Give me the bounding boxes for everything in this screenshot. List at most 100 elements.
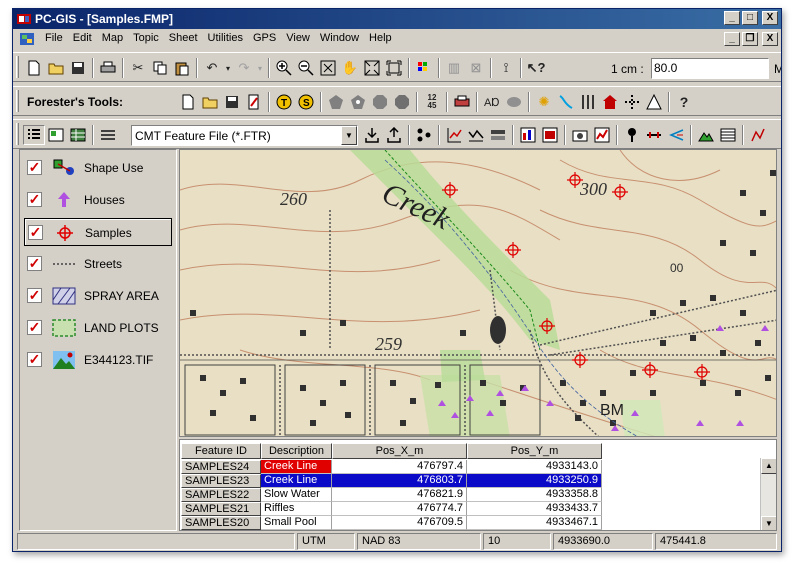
- menu-window[interactable]: Window: [315, 32, 364, 44]
- print-icon[interactable]: [97, 58, 119, 78]
- paste-icon[interactable]: [171, 58, 193, 78]
- new-file-icon[interactable]: [23, 58, 45, 78]
- export-icon[interactable]: [383, 125, 405, 145]
- table-row[interactable]: SAMPLES23 Creek Line 476803.7 4933250.9: [180, 474, 760, 488]
- layer-visibility-checkbox[interactable]: ✓: [28, 225, 43, 240]
- minimize-button[interactable]: _: [724, 11, 740, 25]
- sun-highlight-icon[interactable]: ✺: [533, 92, 555, 112]
- tree-t-icon[interactable]: T: [273, 92, 295, 112]
- pos-y-cell[interactable]: 4933467.1: [467, 516, 602, 530]
- layer-shape-use[interactable]: ✓ Shape Use: [24, 154, 172, 182]
- description-cell[interactable]: Creek Line: [261, 474, 332, 488]
- bar-layers-icon[interactable]: [487, 125, 509, 145]
- layer-visibility-checkbox[interactable]: ✓: [27, 288, 42, 303]
- measure-icon[interactable]: [643, 125, 665, 145]
- layer-visibility-checkbox[interactable]: ✓: [27, 320, 42, 335]
- menu-topic[interactable]: Topic: [128, 32, 164, 44]
- road-intersection-icon[interactable]: [621, 92, 643, 112]
- house-red-icon[interactable]: [599, 92, 621, 112]
- polygon-tool-3-icon[interactable]: [369, 92, 391, 112]
- feature-id-cell[interactable]: SAMPLES24: [181, 460, 261, 474]
- save-icon[interactable]: [67, 58, 89, 78]
- grid-vertical-scrollbar[interactable]: ▲ ▼: [760, 458, 776, 530]
- list-view-icon[interactable]: [23, 125, 45, 145]
- menu-view[interactable]: View: [281, 32, 315, 44]
- column-header-pos-x[interactable]: Pos_X_m: [332, 443, 467, 459]
- terrain-icon[interactable]: [695, 125, 717, 145]
- forest-save-icon[interactable]: [221, 92, 243, 112]
- layer-visibility-checkbox[interactable]: ✓: [27, 160, 42, 175]
- pos-x-cell[interactable]: 476774.7: [332, 502, 467, 516]
- title-bar[interactable]: PC-GIS - [Samples.FMP] _ □ X: [13, 9, 781, 29]
- map-view-icon[interactable]: [45, 125, 67, 145]
- numeric-sequence-icon[interactable]: 12 45: [421, 92, 443, 112]
- profile-icon[interactable]: [465, 125, 487, 145]
- attribute-table-icon[interactable]: [717, 125, 739, 145]
- help-pointer-icon[interactable]: ↖?: [525, 58, 547, 78]
- feature-id-cell[interactable]: SAMPLES21: [181, 502, 261, 516]
- polygon-tool-4-icon[interactable]: [391, 92, 413, 112]
- pos-x-cell[interactable]: 476821.9: [332, 488, 467, 502]
- zoom-extent-icon[interactable]: [317, 58, 339, 78]
- menu-map[interactable]: Map: [97, 32, 128, 44]
- close-button[interactable]: X: [762, 11, 778, 25]
- red-chart-icon[interactable]: [591, 125, 613, 145]
- menu-gps[interactable]: GPS: [248, 32, 281, 44]
- split-view-icon[interactable]: ▥: [443, 58, 465, 78]
- creek-line-icon[interactable]: [555, 92, 577, 112]
- polyline-network-icon[interactable]: [747, 125, 769, 145]
- table-row[interactable]: SAMPLES20 Small Pool 476709.5 4933467.1: [180, 516, 760, 530]
- layer-spray-area[interactable]: ✓ SPRAY AREA: [24, 282, 172, 310]
- feature-file-select[interactable]: CMT Feature File (*.FTR) ▼: [131, 125, 358, 146]
- document-icon[interactable]: [19, 31, 35, 47]
- feature-id-cell[interactable]: SAMPLES23: [181, 474, 261, 488]
- report-icon[interactable]: [517, 125, 539, 145]
- table-row[interactable]: SAMPLES21 Riffles 476774.7 4933433.7: [180, 502, 760, 516]
- layer-image-tif[interactable]: ✓ E344123.TIF: [24, 346, 172, 374]
- undo-icon[interactable]: ↶: [201, 58, 223, 78]
- delete-view-icon[interactable]: ⊠: [465, 58, 487, 78]
- layer-land-plots[interactable]: ✓ LAND PLOTS: [24, 314, 172, 342]
- feature-id-cell[interactable]: SAMPLES22: [181, 488, 261, 502]
- doc-restore-button[interactable]: ❐: [742, 32, 758, 46]
- printer-red-icon[interactable]: [451, 92, 473, 112]
- pos-y-cell[interactable]: 4933358.8: [467, 488, 602, 502]
- zoom-out-icon[interactable]: [295, 58, 317, 78]
- chart-axes-icon[interactable]: [443, 125, 465, 145]
- layer-samples[interactable]: ✓ Samples: [24, 218, 172, 246]
- zoom-window-icon[interactable]: [361, 58, 383, 78]
- maximize-button[interactable]: □: [742, 11, 758, 25]
- layer-visibility-checkbox[interactable]: ✓: [27, 352, 42, 367]
- forest-edit-icon[interactable]: [243, 92, 265, 112]
- pin-icon[interactable]: [621, 125, 643, 145]
- table-row[interactable]: SAMPLES22 Slow Water 476821.9 4933358.8: [180, 488, 760, 502]
- pos-y-cell[interactable]: 4933143.0: [467, 460, 602, 474]
- fit-view-icon[interactable]: [383, 58, 405, 78]
- undo-dropdown-icon[interactable]: ▾: [223, 58, 233, 78]
- dropdown-arrow-icon[interactable]: ▼: [341, 126, 357, 145]
- doc-close-button[interactable]: X: [762, 32, 778, 46]
- pos-x-cell[interactable]: 476797.4: [332, 460, 467, 474]
- menu-file[interactable]: File: [40, 32, 68, 44]
- doc-minimize-button[interactable]: _: [724, 32, 740, 46]
- column-header-description[interactable]: Description: [261, 443, 332, 459]
- copy-icon[interactable]: [149, 58, 171, 78]
- toolbar-grip[interactable]: [16, 56, 19, 78]
- report-red-icon[interactable]: [539, 125, 561, 145]
- blob-shape-icon[interactable]: [503, 92, 525, 112]
- menu-utilities[interactable]: Utilities: [203, 32, 248, 44]
- scroll-up-icon[interactable]: ▲: [761, 458, 776, 474]
- menu-help[interactable]: Help: [364, 32, 397, 44]
- layer-colors-icon[interactable]: [413, 58, 435, 78]
- warning-home-icon[interactable]: [643, 92, 665, 112]
- gps-antenna-icon[interactable]: ⟟: [495, 58, 517, 78]
- menu-edit[interactable]: Edit: [68, 32, 97, 44]
- description-cell[interactable]: Creek Line: [261, 460, 332, 474]
- menu-sheet[interactable]: Sheet: [164, 32, 203, 44]
- scroll-down-icon[interactable]: ▼: [761, 516, 776, 530]
- feature-network-icon[interactable]: [413, 125, 435, 145]
- column-header-feature-id[interactable]: Feature ID: [181, 443, 261, 459]
- pos-y-cell[interactable]: 4933250.9: [467, 474, 602, 488]
- toolbar-grip[interactable]: [16, 90, 19, 112]
- tree-s-icon[interactable]: S: [295, 92, 317, 112]
